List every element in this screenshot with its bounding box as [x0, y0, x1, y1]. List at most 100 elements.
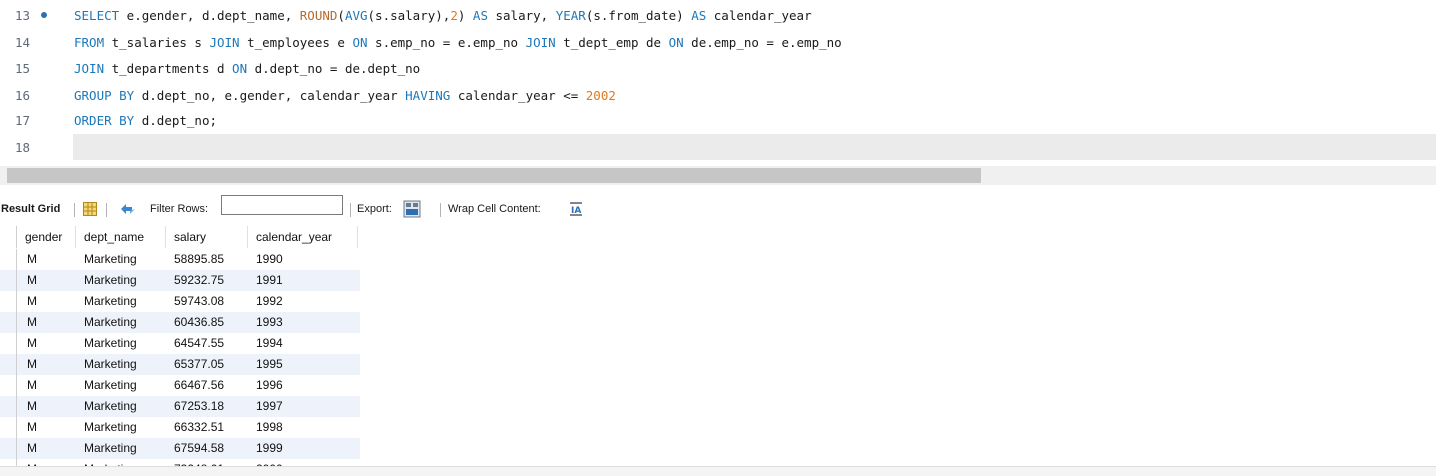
- table-row[interactable]: M Marketing 67253.18 1997: [0, 396, 360, 417]
- column-header-dept-name[interactable]: dept_name: [76, 226, 166, 248]
- refresh-icon[interactable]: [119, 201, 137, 217]
- cell-gender[interactable]: M: [27, 417, 37, 438]
- column-header-calendar-year[interactable]: calendar_year: [248, 226, 358, 248]
- editor-horizontal-scrollbar[interactable]: [0, 166, 1436, 185]
- cell-calendar-year[interactable]: 1991: [256, 270, 283, 291]
- code-line-16[interactable]: 16 GROUP BY d.dept_no, e.gender, calenda…: [0, 85, 1436, 106]
- result-grid[interactable]: gender dept_name salary calendar_year M …: [0, 226, 1436, 475]
- cell-gender[interactable]: M: [27, 249, 37, 270]
- table-row[interactable]: M Marketing 67594.58 1999: [0, 438, 360, 459]
- code-line-13[interactable]: 13 SELECT e.gender, d.dept_name, ROUND(A…: [0, 5, 1436, 26]
- header-row-marker: [0, 226, 17, 248]
- line-number: 17: [14, 113, 30, 128]
- line-number: 14: [14, 35, 30, 50]
- table-row[interactable]: M Marketing 60436.85 1993: [0, 312, 360, 333]
- cell-dept-name[interactable]: Marketing: [84, 417, 137, 438]
- table-row[interactable]: M Marketing 66332.51 1998: [0, 417, 360, 438]
- cell-salary[interactable]: 64547.55: [174, 333, 224, 354]
- table-row[interactable]: M Marketing 66467.56 1996: [0, 375, 360, 396]
- cell-gender[interactable]: M: [27, 438, 37, 459]
- cell-calendar-year[interactable]: 1998: [256, 417, 283, 438]
- cell-salary[interactable]: 58895.85: [174, 249, 224, 270]
- row-marker[interactable]: [0, 270, 17, 291]
- cell-dept-name[interactable]: Marketing: [84, 354, 137, 375]
- cell-gender[interactable]: M: [27, 291, 37, 312]
- cell-dept-name[interactable]: Marketing: [84, 270, 137, 291]
- column-header-salary[interactable]: salary: [166, 226, 248, 248]
- cell-gender[interactable]: M: [27, 270, 37, 291]
- code-text: SELECT e.gender, d.dept_name, ROUND(AVG(…: [74, 8, 812, 23]
- cell-calendar-year[interactable]: 1995: [256, 354, 283, 375]
- cell-salary[interactable]: 66332.51: [174, 417, 224, 438]
- cell-gender[interactable]: M: [27, 312, 37, 333]
- result-grid-label[interactable]: Result Grid: [1, 194, 60, 224]
- column-header-gender[interactable]: gender: [17, 226, 76, 248]
- cell-gender[interactable]: M: [27, 396, 37, 417]
- cell-dept-name[interactable]: Marketing: [84, 291, 137, 312]
- cell-dept-name[interactable]: Marketing: [84, 249, 137, 270]
- table-row[interactable]: M Marketing 59743.08 1992: [0, 291, 360, 312]
- cell-salary[interactable]: 67594.58: [174, 438, 224, 459]
- sql-editor[interactable]: 13 SELECT e.gender, d.dept_name, ROUND(A…: [0, 0, 1436, 160]
- row-marker[interactable]: [0, 291, 17, 312]
- code-line-14[interactable]: 14 FROM t_salaries s JOIN t_employees e …: [0, 32, 1436, 53]
- row-marker[interactable]: [0, 354, 17, 375]
- cell-salary[interactable]: 65377.05: [174, 354, 224, 375]
- code-text: GROUP BY d.dept_no, e.gender, calendar_y…: [74, 88, 616, 103]
- filter-rows-input[interactable]: [221, 195, 343, 215]
- wrap-cell-content-label: Wrap Cell Content:: [448, 203, 541, 215]
- row-marker[interactable]: [0, 417, 17, 438]
- code-text: JOIN t_departments d ON d.dept_no = de.d…: [74, 61, 421, 76]
- code-line-18[interactable]: 18: [0, 137, 1436, 158]
- scrollbar-thumb[interactable]: [7, 168, 981, 183]
- line-number: 16: [14, 88, 30, 103]
- grid-header-row: gender dept_name salary calendar_year: [0, 226, 360, 248]
- cell-dept-name[interactable]: Marketing: [84, 312, 137, 333]
- cell-dept-name[interactable]: Marketing: [84, 396, 137, 417]
- toolbar-divider: [106, 203, 107, 217]
- cell-gender[interactable]: M: [27, 375, 37, 396]
- row-marker[interactable]: [0, 312, 17, 333]
- export-icon[interactable]: [403, 200, 421, 218]
- toolbar-divider: [440, 203, 441, 217]
- cell-calendar-year[interactable]: 1992: [256, 291, 283, 312]
- cell-gender[interactable]: M: [27, 354, 37, 375]
- cell-dept-name[interactable]: Marketing: [84, 375, 137, 396]
- table-row[interactable]: M Marketing 59232.75 1991: [0, 270, 360, 291]
- statement-marker-icon: [41, 12, 47, 18]
- cell-salary[interactable]: 66467.56: [174, 375, 224, 396]
- code-line-15[interactable]: 15 JOIN t_departments d ON d.dept_no = d…: [0, 58, 1436, 79]
- cell-calendar-year[interactable]: 1990: [256, 249, 283, 270]
- table-row[interactable]: M Marketing 65377.05 1995: [0, 354, 360, 375]
- cell-salary[interactable]: 59232.75: [174, 270, 224, 291]
- table-row[interactable]: M Marketing 58895.85 1990: [0, 249, 360, 270]
- code-text: FROM t_salaries s JOIN t_employees e ON …: [74, 35, 842, 50]
- cell-calendar-year[interactable]: 1999: [256, 438, 283, 459]
- export-label: Export:: [357, 203, 392, 215]
- line-number: 18: [14, 140, 30, 155]
- row-marker[interactable]: [0, 333, 17, 354]
- table-row[interactable]: M Marketing 64547.55 1994: [0, 333, 360, 354]
- toolbar-divider: [74, 203, 75, 217]
- wrap-cell-icon[interactable]: IA: [568, 201, 584, 217]
- row-marker[interactable]: [0, 375, 17, 396]
- cell-dept-name[interactable]: Marketing: [84, 333, 137, 354]
- cell-gender[interactable]: M: [27, 333, 37, 354]
- code-line-17[interactable]: 17 ORDER BY d.dept_no;: [0, 110, 1436, 131]
- row-marker[interactable]: [0, 396, 17, 417]
- cell-calendar-year[interactable]: 1996: [256, 375, 283, 396]
- code-text: ORDER BY d.dept_no;: [74, 113, 218, 128]
- cell-salary[interactable]: 60436.85: [174, 312, 224, 333]
- cell-calendar-year[interactable]: 1993: [256, 312, 283, 333]
- cell-salary[interactable]: 67253.18: [174, 396, 224, 417]
- cell-salary[interactable]: 59743.08: [174, 291, 224, 312]
- row-marker[interactable]: [0, 249, 17, 270]
- cell-dept-name[interactable]: Marketing: [84, 438, 137, 459]
- row-marker[interactable]: [0, 438, 17, 459]
- cell-calendar-year[interactable]: 1994: [256, 333, 283, 354]
- result-toolbar: Result Grid Filter Rows: Export: Wrap Ce…: [0, 194, 1436, 224]
- cell-calendar-year[interactable]: 1997: [256, 396, 283, 417]
- filter-rows-label: Filter Rows:: [150, 203, 209, 215]
- line-number: 15: [14, 61, 30, 76]
- grid-view-icon[interactable]: [83, 202, 97, 216]
